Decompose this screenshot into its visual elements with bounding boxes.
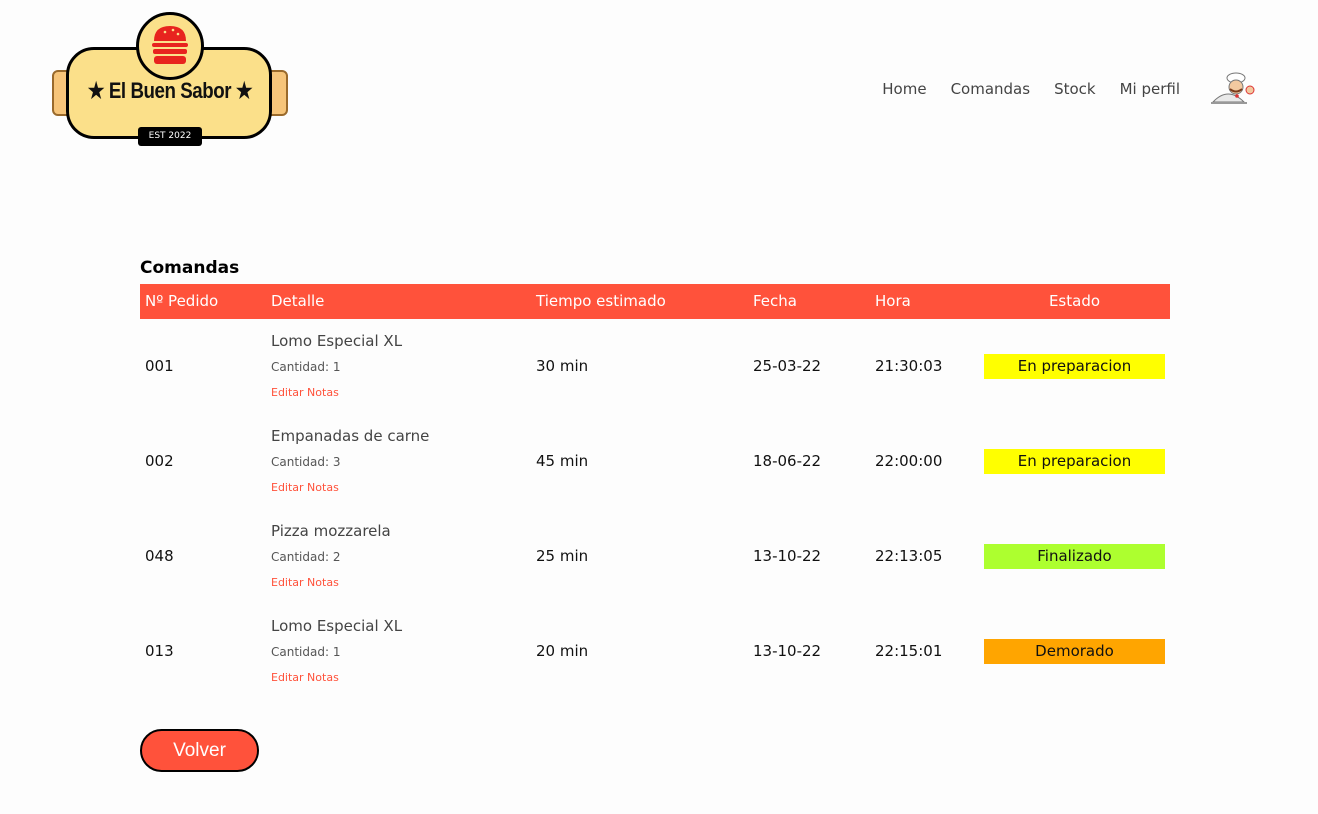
table-row: 048 Pizza mozzarela Cantidad: 2 Editar N… xyxy=(140,509,1170,604)
table-row: 002 Empanadas de carne Cantidad: 3 Edita… xyxy=(140,414,1170,509)
order-time: 22:15:01 xyxy=(875,642,943,660)
estimated-time: 20 min xyxy=(536,642,589,660)
product-name: Lomo Especial XL xyxy=(271,617,403,635)
brand-est: EST 2022 xyxy=(138,127,202,146)
order-date: 13-10-22 xyxy=(753,547,822,565)
pedido-number: 048 xyxy=(145,547,174,565)
col-tiempo: Tiempo estimado xyxy=(536,292,666,310)
edit-notes-link[interactable]: Editar Notas xyxy=(271,386,339,399)
product-quantity: Cantidad: 1 xyxy=(271,645,341,659)
status-badge[interactable]: En preparacion xyxy=(984,354,1165,379)
edit-notes-link[interactable]: Editar Notas xyxy=(271,576,339,589)
chef-avatar-icon[interactable] xyxy=(1210,72,1260,106)
product-name: Empanadas de carne xyxy=(271,427,430,445)
col-pedido: Nº Pedido xyxy=(145,292,219,310)
col-estado: Estado xyxy=(1048,292,1101,310)
product-name: Lomo Especial XL xyxy=(271,332,403,350)
order-time: 22:13:05 xyxy=(875,547,943,565)
nav-home[interactable]: Home xyxy=(882,80,926,98)
pedido-number: 001 xyxy=(145,357,174,375)
estimated-time: 45 min xyxy=(536,452,589,470)
status-badge[interactable]: Finalizado xyxy=(984,544,1165,569)
table-header: Nº Pedido Detalle Tiempo estimado Fecha … xyxy=(140,284,1170,319)
nav-comandas[interactable]: Comandas xyxy=(951,80,1031,98)
product-quantity: Cantidad: 1 xyxy=(271,360,341,374)
logo-emblem xyxy=(136,12,204,80)
nav-mi-perfil[interactable]: Mi perfil xyxy=(1120,80,1180,98)
table-row: 013 Lomo Especial XL Cantidad: 1 Editar … xyxy=(140,604,1170,699)
order-date: 18-06-22 xyxy=(753,452,822,470)
product-name: Pizza mozzarela xyxy=(271,522,391,540)
edit-notes-link[interactable]: Editar Notas xyxy=(271,481,339,494)
brand-logo[interactable]: ★ El Buen Sabor ★ EST 2022 xyxy=(50,10,290,150)
order-date: 25-03-22 xyxy=(753,357,822,375)
estimated-time: 30 min xyxy=(536,357,589,375)
order-date: 13-10-22 xyxy=(753,642,822,660)
edit-notes-link[interactable]: Editar Notas xyxy=(271,671,339,684)
main-nav: Home Comandas Stock Mi perfil xyxy=(858,72,1260,106)
product-quantity: Cantidad: 2 xyxy=(271,550,341,564)
comandas-table: Nº Pedido Detalle Tiempo estimado Fecha … xyxy=(140,284,1170,699)
pedido-number: 013 xyxy=(145,642,174,660)
order-time: 22:00:00 xyxy=(875,452,943,470)
nav-stock[interactable]: Stock xyxy=(1054,80,1096,98)
pedido-number: 002 xyxy=(145,452,174,470)
col-fecha: Fecha xyxy=(753,292,797,310)
back-button[interactable]: Volver xyxy=(140,729,259,772)
brand-name: ★ El Buen Sabor ★ xyxy=(87,78,253,103)
order-time: 21:30:03 xyxy=(875,357,943,375)
product-quantity: Cantidad: 3 xyxy=(271,455,341,469)
status-badge[interactable]: Demorado xyxy=(984,639,1165,664)
col-hora: Hora xyxy=(875,292,911,310)
estimated-time: 25 min xyxy=(536,547,589,565)
col-detalle: Detalle xyxy=(271,292,325,310)
status-badge[interactable]: En preparacion xyxy=(984,449,1165,474)
burger-icon xyxy=(152,26,188,64)
table-row: 001 Lomo Especial XL Cantidad: 1 Editar … xyxy=(140,319,1170,414)
page-title: Comandas xyxy=(140,258,240,278)
